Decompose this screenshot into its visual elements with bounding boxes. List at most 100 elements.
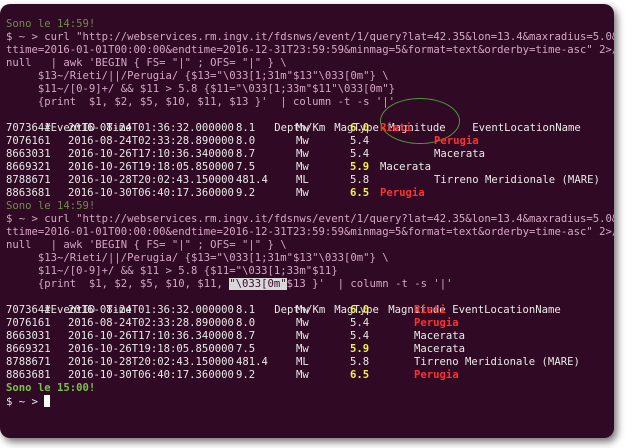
- prompt-line[interactable]: $ ~ >: [6, 395, 614, 408]
- table-cell: Mw: [296, 369, 309, 381]
- table-cell: 481.4: [236, 174, 268, 186]
- table-row: 8788671 2016-10-28T20:02:43.150000 481.4 ML…: [6, 356, 614, 369]
- table-cell: 7.5: [236, 161, 256, 173]
- table-cell: 2016-10-26T19:18:05.850000: [68, 343, 234, 355]
- command-part: $13 }' | column -t -s '|': [286, 278, 453, 290]
- table-cell: 8.0: [236, 317, 256, 329]
- terminal-output: Sono le 14:59! $ ~ > curl "http://webser…: [6, 18, 614, 408]
- table-cell: Perugia: [414, 317, 459, 329]
- command-line: null | awk 'BEGIN { FS= "|" ; OFS= "|" }…: [6, 57, 287, 69]
- table-cell: 2016-10-28T20:02:43.150000: [68, 174, 234, 186]
- command-part: {print $1, $2, $5, $10, $11,: [6, 278, 230, 290]
- command-line: {print $1, $2, $5, $10, $11, "\033[0m"$1…: [6, 278, 614, 291]
- table-cell: 6.0: [350, 304, 370, 316]
- command-line: $11~/[0-9]+/ && $11 > 5.8 {$11="\033[1;3…: [6, 83, 396, 95]
- table-cell: Mw: [296, 135, 309, 147]
- table-cell: 8.0: [236, 135, 256, 147]
- table-row: 7076161 2016-08-24T02:33:28.890000 8.0 Mw 5.…: [6, 135, 614, 148]
- table-cell: 5.8: [350, 174, 370, 186]
- table-cell: 5.9: [350, 161, 370, 173]
- table-cell: 6.5: [350, 369, 370, 381]
- table-cell: 9.2: [236, 187, 256, 199]
- table-row: 8669321 2016-10-26T19:18:05.850000 7.5 Mw 5.…: [6, 343, 614, 356]
- table-cell: 8.7: [236, 148, 256, 160]
- table-row: 8669321 2016-10-26T19:18:05.850000 7.5 Mw 5.…: [6, 161, 614, 174]
- table-cell: ML: [296, 174, 309, 186]
- command-line: $ ~ > curl "http://webservices.rm.ingv.i…: [6, 31, 614, 43]
- table-cell: Mw: [296, 122, 309, 134]
- command-line: null | awk 'BEGIN { FS= "|" ; OFS= "|" }…: [6, 239, 287, 251]
- table-cell: Perugia: [380, 187, 425, 199]
- timestamp-line: Sono le 14:59!: [6, 200, 96, 212]
- command-line: {print $1, $2, $5, $10, $11, $13 }' | co…: [6, 96, 396, 108]
- command-line: ttime=2016-01-01T00:00:00&endtime=2016-1…: [6, 226, 614, 238]
- table-cell: 5.4: [350, 330, 370, 342]
- table-cell: 2016-08-24T01:36:32.000000: [68, 122, 234, 134]
- table-cell: 6.0: [350, 122, 370, 134]
- table-cell: 2016-10-26T17:10:36.340000: [68, 148, 234, 160]
- table-row: 7076161 2016-08-24T02:33:28.890000 8.0 Mw 5.…: [6, 317, 614, 330]
- table-cell: 5.4: [350, 317, 370, 329]
- table-cell: 2016-10-26T17:10:36.340000: [68, 330, 234, 342]
- table-cell: 7073641: [6, 122, 51, 134]
- table-cell: 5.4: [350, 148, 370, 160]
- table-cell: 9.2: [236, 369, 256, 381]
- table-header: #EventID Time Depth/Km MagType Magnitude Even…: [6, 291, 614, 316]
- prompt: $ ~ >: [6, 396, 45, 408]
- table-cell: Perugia: [414, 369, 459, 381]
- table-cell: 2016-08-24T02:33:28.890000: [68, 135, 234, 147]
- table-row: 8863681 2016-10-30T06:40:17.360000 9.2 Mw 6.…: [6, 369, 614, 382]
- table-cell: Macerata: [380, 161, 432, 173]
- table-cell: 6.5: [350, 187, 370, 199]
- header-cell: EventLocationName: [452, 304, 561, 316]
- table-cell: Mw: [296, 343, 309, 355]
- table-cell: Macerata: [434, 148, 486, 160]
- timestamp-line: Sono le 15:00!: [6, 382, 96, 394]
- table-cell: Mw: [296, 161, 309, 173]
- table-row: 8663031 2016-10-26T17:10:36.340000 8.7 Mw 5.…: [6, 148, 614, 161]
- table-row: 8788671 2016-10-28T20:02:43.150000 481.4 ML…: [6, 174, 614, 187]
- command-line: $13~/Rieti/||/Perugia/ {$13="\033[1;31m"…: [6, 252, 389, 264]
- table-cell: 8863681: [6, 369, 51, 381]
- table-cell: 5.4: [350, 135, 370, 147]
- table-cell: 5.9: [350, 343, 370, 355]
- table-cell: 7.5: [236, 343, 256, 355]
- table-cell: Tirreno Meridionale (MARE): [434, 174, 600, 186]
- table-cell: 2016-10-30T06:40:17.360000: [68, 369, 234, 381]
- selected-text: "\033[0m": [229, 278, 287, 290]
- terminal-window[interactable]: Sono le 14:59! $ ~ > curl "http://webser…: [0, 4, 614, 438]
- table-cell: Macerata: [414, 343, 466, 355]
- table-cell: Mw: [296, 304, 309, 316]
- table-cell: 2016-10-26T19:18:05.850000: [68, 161, 234, 173]
- table-cell: 8663031: [6, 330, 51, 342]
- table-row: 8863681 2016-10-30T06:40:17.360000 9.2 Mw 6.…: [6, 187, 614, 200]
- table-cell: 2016-10-28T20:02:43.150000: [68, 356, 234, 368]
- table-cell: 8669321: [6, 161, 51, 173]
- table-row: 8663031 2016-10-26T17:10:36.340000 8.7 Mw 5.…: [6, 330, 614, 343]
- command-line: $13~/Rieti/||/Perugia/ {$13="\033[1;31m"…: [6, 70, 389, 82]
- table-cell: 8.7: [236, 330, 256, 342]
- table-cell: Mw: [296, 148, 309, 160]
- table-cell: 2016-08-24T02:33:28.890000: [68, 317, 234, 329]
- table-cell: 5.8: [350, 356, 370, 368]
- header-cell: EventLocationName: [472, 122, 581, 134]
- table-cell: 7073641: [6, 304, 51, 316]
- table-cell: 8788671: [6, 356, 51, 368]
- table-cell: 481.4: [236, 356, 268, 368]
- table-cell: 2016-08-24T01:36:32.000000: [68, 304, 234, 316]
- table-cell: 2016-10-30T06:40:17.360000: [68, 187, 234, 199]
- table-cell: 8.1: [236, 304, 256, 316]
- table-cell: Rieti: [380, 122, 412, 134]
- table-cell: Mw: [296, 317, 309, 329]
- table-cell: Mw: [296, 330, 309, 342]
- cursor: [44, 395, 51, 407]
- command-line: $ ~ > curl "http://webservices.rm.ingv.i…: [6, 213, 614, 225]
- table-cell: 8.1: [236, 122, 256, 134]
- table-cell: ML: [296, 356, 309, 368]
- table-cell: 7076161: [6, 135, 51, 147]
- table-cell: Mw: [296, 187, 309, 199]
- table-cell: 8669321: [6, 343, 51, 355]
- table-cell: Perugia: [434, 135, 479, 147]
- command-line: ttime=2016-01-01T00:00:00&endtime=2016-1…: [6, 44, 614, 56]
- table-header: #EventID Time Depth/Km MagType Magnitude Even…: [6, 109, 614, 134]
